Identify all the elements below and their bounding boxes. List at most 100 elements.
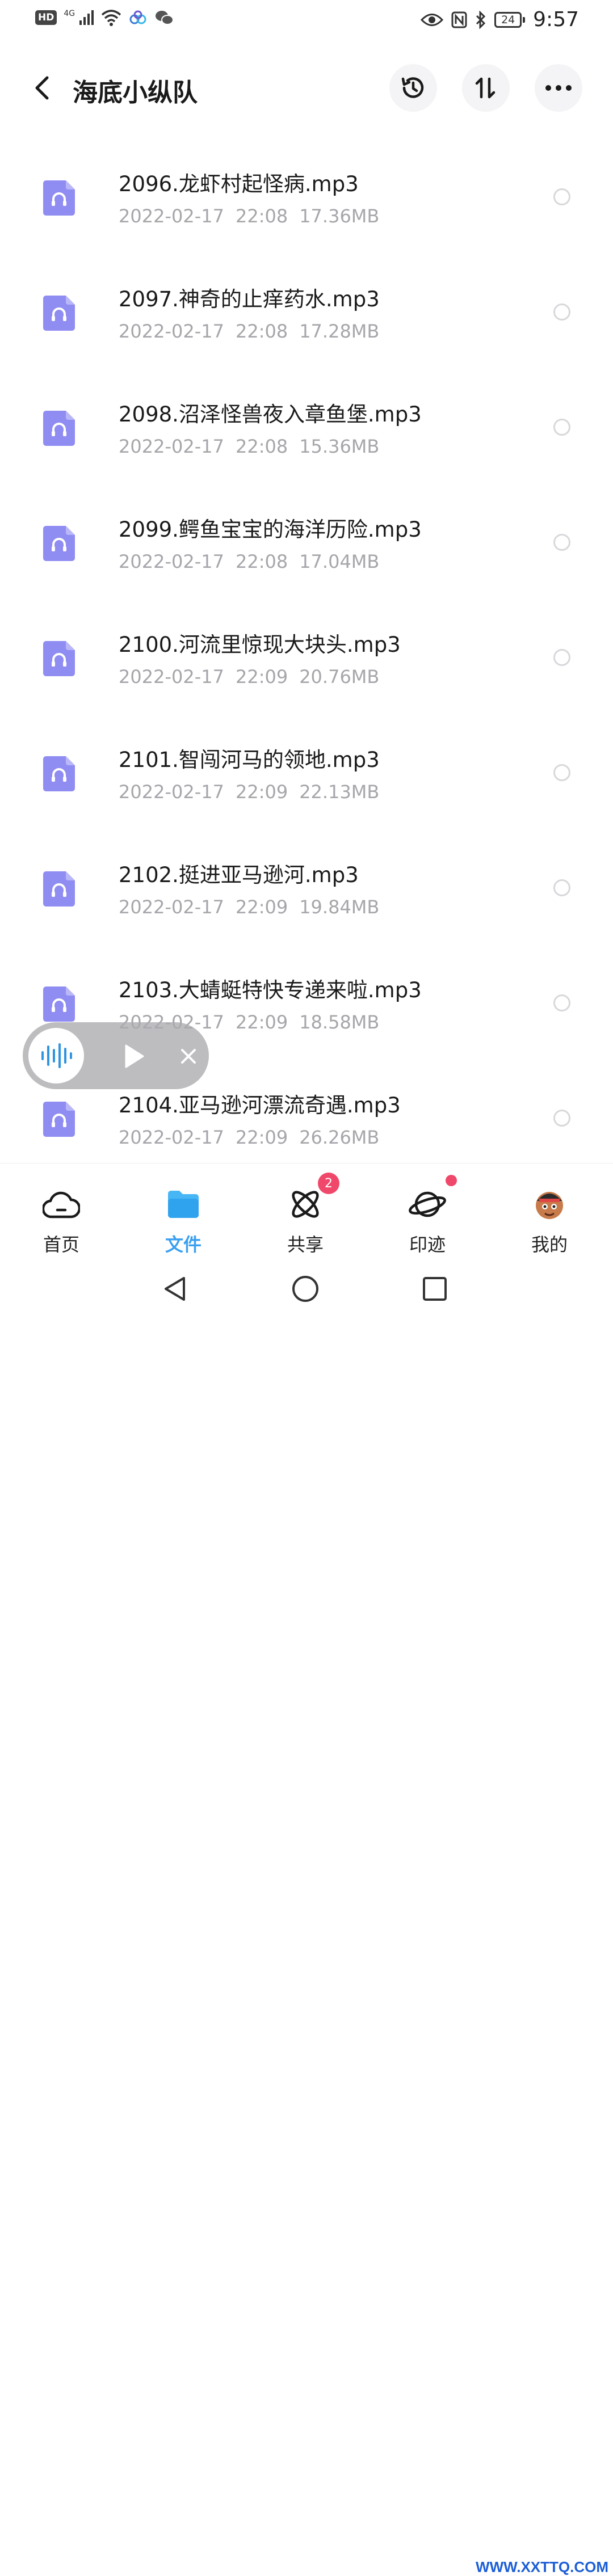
file-date: 2022-02-17	[119, 205, 224, 227]
file-meta: 2022-02-17 22:09 26.26MB	[119, 1127, 391, 1148]
file-name: 2102.挺进亚马逊河.mp3	[119, 863, 359, 887]
select-radio[interactable]	[553, 188, 570, 205]
wechat-icon	[156, 11, 174, 25]
nav-item-home[interactable]: 首页	[16, 1163, 107, 1260]
system-back-button[interactable]	[152, 1266, 198, 1312]
file-date: 2022-02-17	[119, 1127, 224, 1148]
file-size: 19.84MB	[299, 896, 380, 918]
system-nav-bar: WWW.XXTTQ.COM	[0, 1259, 613, 2575]
nav-icon-holder	[41, 1184, 82, 1225]
sort-button[interactable]	[462, 64, 510, 112]
nfc-icon	[451, 11, 467, 28]
status-bar: HD 4G 24 9:57	[0, 0, 613, 45]
audio-file-icon	[43, 526, 75, 561]
file-meta: 2022-02-17 22:08 17.04MB	[119, 551, 391, 572]
file-time: 22:08	[235, 205, 288, 227]
file-time: 22:08	[235, 321, 288, 342]
file-row[interactable]: 2098.沼泽怪兽夜入章鱼堡.mp3 2022-02-17 22:08 15.36MB	[0, 383, 613, 499]
status-right: 24 9:57	[421, 8, 579, 31]
file-time: 22:08	[235, 551, 288, 572]
circle-home-icon	[292, 1276, 318, 1302]
file-row[interactable]: 2102.挺进亚马逊河.mp3 2022-02-17 22:09 19.84MB	[0, 844, 613, 959]
nav-item-files[interactable]: 文件	[138, 1163, 229, 1260]
status-left: HD 4G	[35, 9, 174, 26]
file-size: 17.28MB	[299, 321, 380, 342]
mini-player[interactable]	[23, 1022, 209, 1089]
file-meta: 2022-02-17 22:09 22.13MB	[119, 781, 391, 803]
notification-dot	[446, 1175, 457, 1186]
audio-file-icon	[43, 1102, 75, 1137]
file-row[interactable]: 2101.智闯河马的领地.mp3 2022-02-17 22:09 22.13MB	[0, 729, 613, 844]
audio-file-icon	[43, 411, 75, 446]
more-button[interactable]	[535, 64, 582, 112]
nav-item-share[interactable]: 2 共享	[260, 1163, 351, 1260]
select-radio[interactable]	[553, 534, 570, 551]
battery-tip	[523, 16, 526, 23]
nav-item-traces[interactable]: 印迹	[382, 1163, 473, 1260]
signal-icon	[79, 10, 94, 25]
file-size: 18.58MB	[299, 1011, 380, 1033]
file-time: 22:09	[235, 896, 288, 918]
file-row[interactable]: 2099.鳄鱼宝宝的海洋历险.mp3 2022-02-17 22:08 17.04MB	[0, 499, 613, 614]
file-name: 2098.沼泽怪兽夜入章鱼堡.mp3	[119, 402, 422, 427]
file-meta: 2022-02-17 22:08 15.36MB	[119, 436, 391, 457]
system-home-button[interactable]	[283, 1266, 328, 1312]
triangle-back-icon	[165, 1277, 185, 1301]
file-time: 22:08	[235, 436, 288, 457]
nav-label-home: 首页	[43, 1234, 79, 1255]
history-button[interactable]	[389, 64, 437, 112]
file-name: 2099.鳄鱼宝宝的海洋历险.mp3	[119, 517, 422, 542]
bottom-nav: 首页 文件 2 共享 印迹 我的	[0, 1163, 613, 1260]
file-size: 26.26MB	[299, 1127, 380, 1148]
chevron-left-icon	[35, 76, 49, 100]
page-title: 海底小纵队	[73, 78, 198, 107]
select-radio[interactable]	[553, 994, 570, 1011]
close-icon	[181, 1049, 196, 1064]
file-row[interactable]: 2097.神奇的止痒药水.mp3 2022-02-17 22:08 17.28MB	[0, 268, 613, 383]
file-size: 17.04MB	[299, 551, 380, 572]
file-meta: 2022-02-17 22:09 19.84MB	[119, 896, 391, 918]
file-name: 2101.智闯河马的领地.mp3	[119, 748, 380, 772]
play-button[interactable]	[117, 1039, 151, 1073]
audio-file-icon	[43, 871, 75, 907]
select-radio[interactable]	[553, 879, 570, 896]
select-radio[interactable]	[553, 764, 570, 781]
avatar-icon	[536, 1192, 563, 1219]
audio-file-icon	[43, 986, 75, 1022]
nav-icon-holder	[407, 1184, 448, 1225]
select-radio[interactable]	[553, 303, 570, 321]
play-icon	[125, 1044, 144, 1068]
hd-icon: HD	[35, 10, 57, 25]
select-radio[interactable]	[553, 1110, 570, 1127]
planet-icon	[409, 1191, 446, 1217]
file-row[interactable]: 2096.龙虾村起怪病.mp3 2022-02-17 22:08 17.36MB	[0, 153, 613, 268]
system-recents-button[interactable]	[412, 1266, 457, 1312]
audio-file-icon	[43, 641, 75, 676]
header: 海底小纵队	[0, 54, 613, 122]
audio-wave-button[interactable]	[28, 1028, 84, 1083]
more-dots-icon	[545, 85, 572, 91]
file-time: 22:09	[235, 1127, 288, 1148]
file-size: 20.76MB	[299, 666, 380, 688]
player-close-button[interactable]	[171, 1039, 205, 1073]
file-meta: 2022-02-17 22:09 20.76MB	[119, 666, 391, 688]
audio-file-icon	[43, 756, 75, 791]
select-radio[interactable]	[553, 419, 570, 436]
bluetooth-icon	[476, 10, 486, 29]
file-name: 2100.河流里惊现大块头.mp3	[119, 633, 401, 657]
select-radio[interactable]	[553, 649, 570, 666]
file-name: 2097.神奇的止痒药水.mp3	[119, 287, 380, 311]
back-button[interactable]	[26, 70, 58, 106]
nav-item-me[interactable]: 我的	[504, 1163, 595, 1260]
cloud-app-icon	[129, 10, 146, 24]
nav-label-share: 共享	[287, 1234, 324, 1255]
history-icon	[401, 77, 424, 98]
file-size: 17.36MB	[299, 205, 380, 227]
file-date: 2022-02-17	[119, 436, 224, 457]
share-atom-icon	[292, 1191, 319, 1218]
folder-icon	[168, 1191, 199, 1218]
file-row[interactable]: 2100.河流里惊现大块头.mp3 2022-02-17 22:09 20.76MB	[0, 614, 613, 729]
battery-icon: 24	[494, 11, 522, 28]
sort-icon	[475, 77, 496, 99]
file-date: 2022-02-17	[119, 551, 224, 572]
